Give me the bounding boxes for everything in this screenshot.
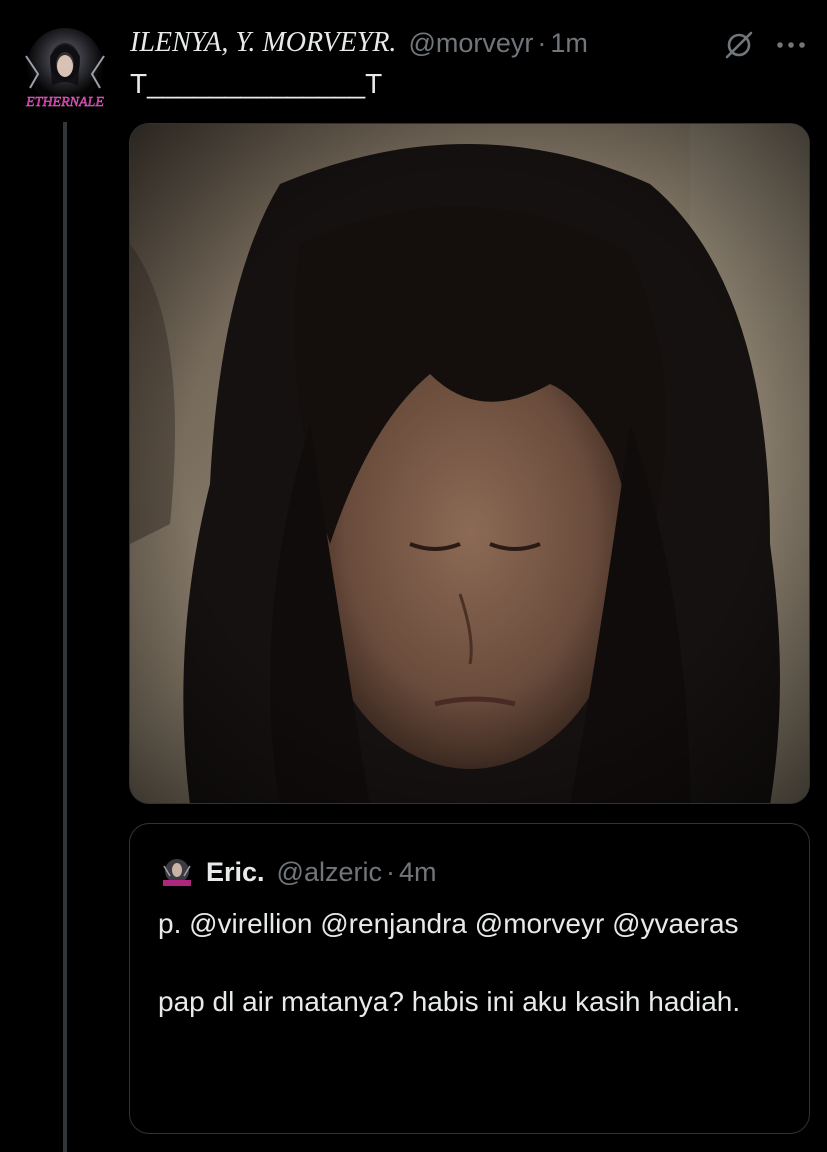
author-handle[interactable]: @morveyr bbox=[408, 28, 533, 59]
quoted-tweet-paragraph: pap dl air matanya? habis ini aku kasih … bbox=[158, 986, 741, 1017]
tweet-photo[interactable] bbox=[129, 123, 810, 804]
quoted-tweet-text: p. @virellion @renjandra @morveyr @yvaer… bbox=[158, 904, 788, 1021]
tweet-text: T______________T bbox=[130, 68, 383, 99]
separator-dot: · bbox=[537, 27, 547, 58]
quoted-author-display-name[interactable]: Eric. bbox=[206, 857, 265, 888]
tweet-header: ILENYA, Y. MORVEYR. @morveyr · 1m bbox=[130, 26, 588, 60]
author-avatar[interactable]: ETHERNALE bbox=[16, 26, 114, 116]
thread-line bbox=[63, 122, 67, 1152]
quoted-tweet[interactable]: Eric. @alzeric · 4m p. @virellion @renja… bbox=[129, 823, 810, 1134]
author-display-name[interactable]: ILENYA, Y. MORVEYR. bbox=[130, 27, 396, 59]
quoted-author-avatar[interactable] bbox=[158, 858, 196, 888]
more-icon[interactable] bbox=[774, 38, 808, 50]
quoted-author-handle[interactable]: @alzeric bbox=[277, 857, 382, 888]
quoted-tweet-timestamp[interactable]: 4m bbox=[399, 857, 437, 888]
no-entry-icon[interactable] bbox=[722, 28, 756, 62]
quoted-tweet-header: Eric. @alzeric · 4m bbox=[206, 854, 437, 890]
tweet-timestamp[interactable]: 1m bbox=[550, 28, 588, 59]
svg-text:ETHERNALE: ETHERNALE bbox=[25, 95, 104, 110]
separator-dot: · bbox=[385, 856, 395, 887]
quoted-tweet-paragraph: p. @virellion @renjandra @morveyr @yvaer… bbox=[158, 908, 739, 939]
